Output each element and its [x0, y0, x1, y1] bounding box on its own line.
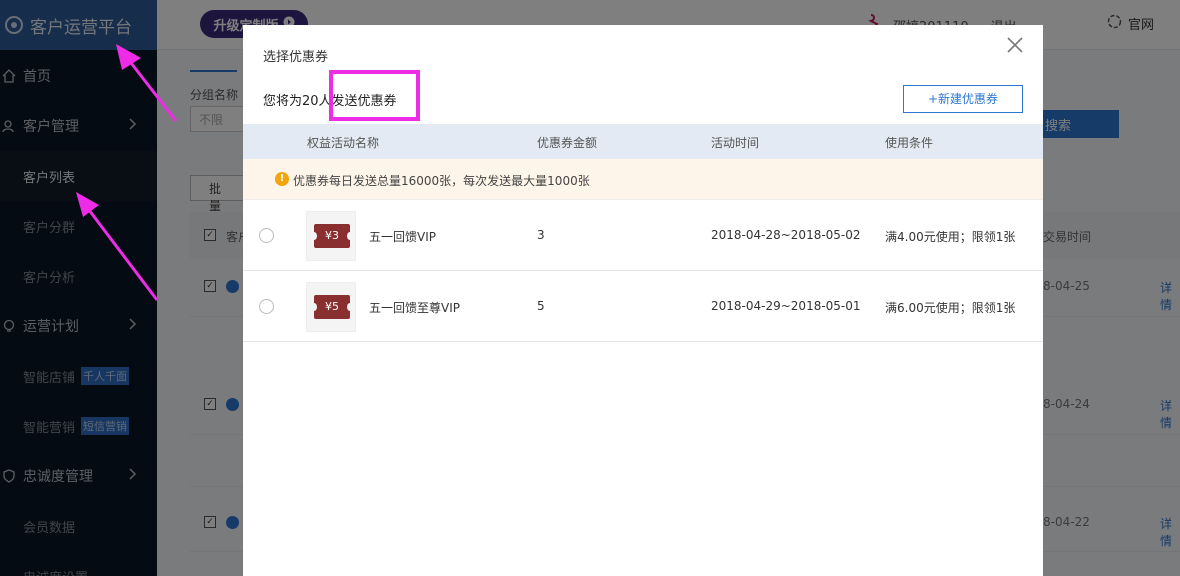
annotation-arrow [116, 44, 178, 122]
annotation-arrow [76, 192, 159, 301]
annotation-arrows [76, 44, 178, 301]
